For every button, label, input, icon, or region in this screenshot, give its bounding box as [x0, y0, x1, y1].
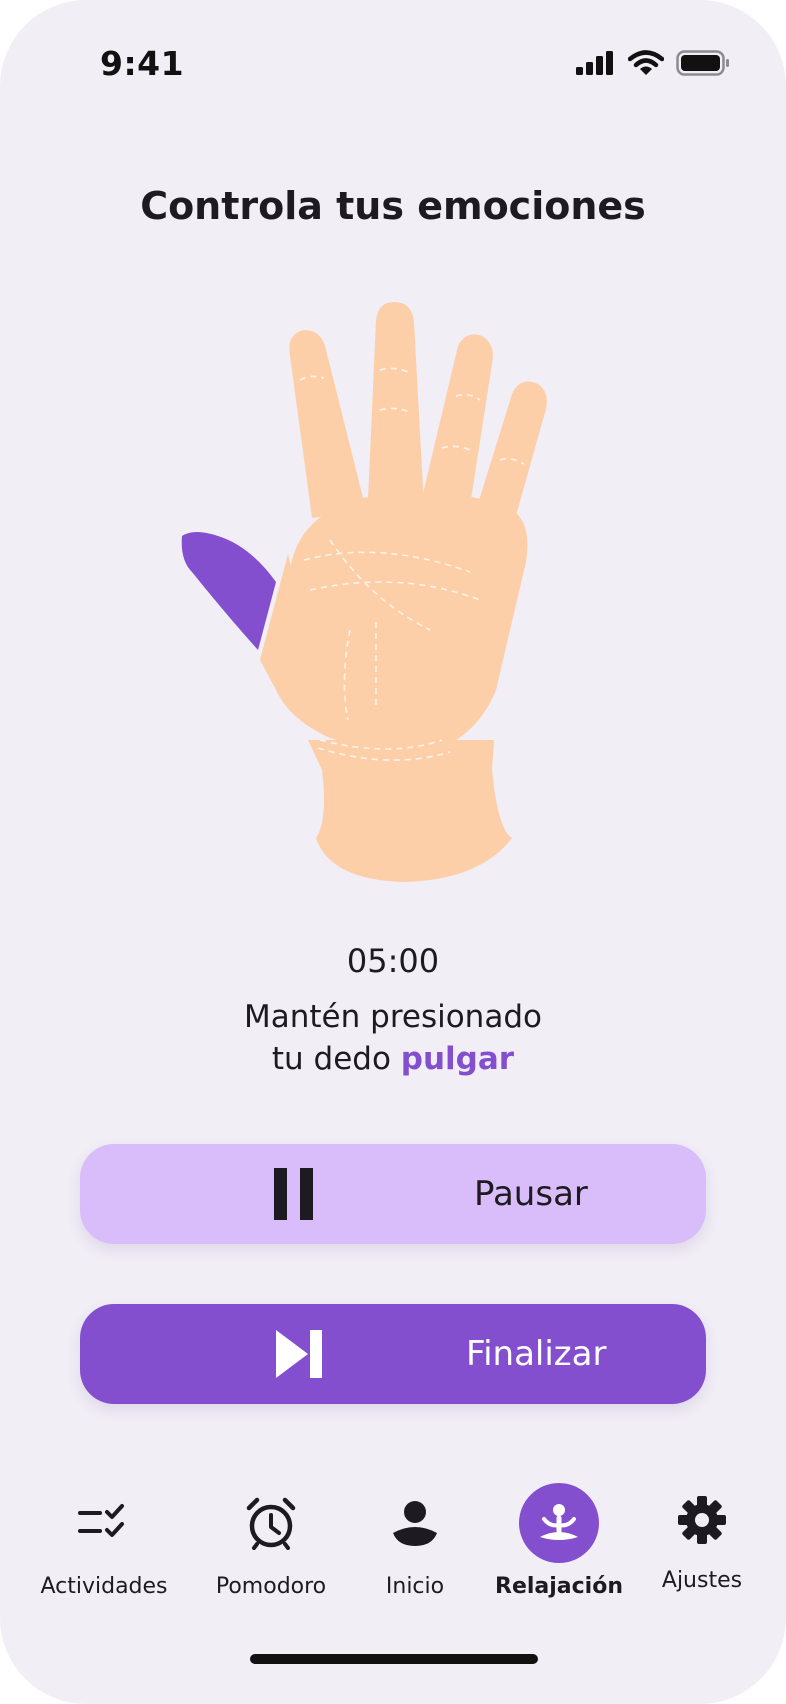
instruction-line-2: tu dedo pulgar — [0, 1038, 786, 1080]
pause-button[interactable]: Pausar — [80, 1144, 706, 1244]
tab-label-actividades: Actividades — [40, 1574, 168, 1599]
timer: 05:00 — [346, 942, 440, 980]
hand-illustration — [180, 300, 580, 900]
wifi-icon — [628, 50, 664, 75]
battery-icon — [676, 50, 729, 76]
meditation-icon — [519, 1483, 599, 1563]
tab-bar: Actividades Pomodoro Inicio Relajación A… — [0, 1480, 786, 1620]
finish-button[interactable]: Finalizar — [80, 1304, 706, 1404]
finish-label: Finalizar — [466, 1334, 607, 1374]
instruction-line-1: Mantén presionado — [244, 999, 542, 1035]
pause-icon — [274, 1168, 318, 1223]
status-time: 9:41 — [100, 44, 185, 83]
page-title: Controla tus emociones — [140, 184, 646, 228]
thumb-highlight — [181, 532, 276, 650]
skip-forward-icon — [274, 1328, 326, 1383]
instruction-highlight: pulgar — [400, 1041, 515, 1077]
status-icons — [576, 50, 730, 76]
instruction-text: Mantén presionado tu dedo pulgar — [0, 996, 786, 1080]
pause-label: Pausar — [474, 1174, 588, 1214]
signal-icon — [576, 51, 613, 75]
tab-label-ajustes: Ajustes — [661, 1568, 743, 1593]
checklist-icon — [19, 1480, 189, 1566]
tab-ajustes[interactable]: Ajustes — [617, 1480, 786, 1593]
instruction-prefix: tu dedo — [271, 1041, 401, 1077]
tab-actividades[interactable]: Actividades — [19, 1480, 189, 1599]
phone-screen: 9:41 Controla tus emociones 05:00 Mantén… — [0, 0, 786, 1704]
home-indicator — [250, 1654, 538, 1664]
gear-icon — [617, 1480, 786, 1560]
